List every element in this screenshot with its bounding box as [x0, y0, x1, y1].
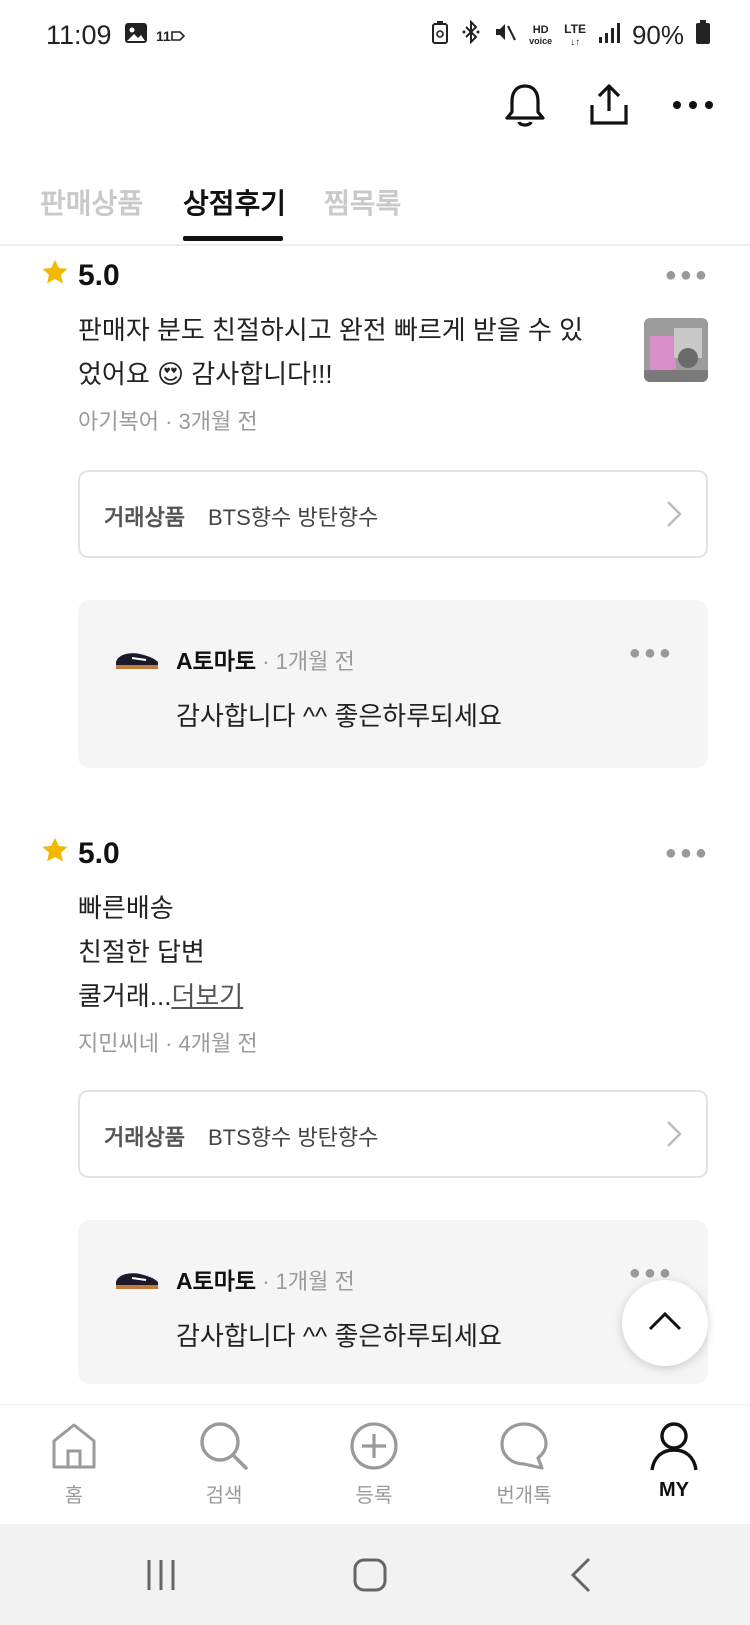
product-link[interactable]: 거래상품 BTS향수 방탄향수	[78, 470, 708, 558]
signal-icon	[598, 20, 620, 51]
carrier-badge-icon: 11	[156, 28, 185, 44]
seller-reply: A토마토 · 1개월 전 ●●● 감사합니다 ^^ 좋은하루되세요	[78, 600, 708, 768]
star-icon	[40, 836, 70, 871]
status-right: HD voice LTE ↓↑ 90%	[431, 19, 710, 51]
reply-author: A토마토 · 1개월 전	[176, 648, 355, 674]
battery-percent: 90%	[631, 20, 684, 50]
product-label: 거래상품	[104, 505, 185, 530]
review-meta: 지민씨네 · 4개월 전	[78, 1031, 258, 1056]
avatar	[112, 1264, 160, 1294]
home-button-icon[interactable]	[345, 1554, 395, 1596]
bottom-nav: 홈 검색 등록 번개톡 MY	[0, 1404, 750, 1524]
more-link[interactable]: 더보기	[171, 981, 243, 1011]
rating-value: 5.0	[78, 258, 120, 292]
avatar	[112, 644, 160, 674]
nav-home[interactable]: 홈	[24, 1419, 124, 1508]
chevron-right-icon	[666, 1120, 682, 1153]
rating: 5.0	[40, 836, 120, 871]
search-icon	[174, 1419, 274, 1473]
status-time: 11:09	[46, 20, 112, 50]
reply-more-icon[interactable]: ●●●	[629, 642, 674, 665]
heart-eyes-emoji: 😍	[157, 359, 185, 389]
review-more-icon[interactable]: ●●●	[665, 264, 710, 287]
battery-saver-icon	[431, 20, 449, 51]
share-icon[interactable]	[586, 82, 632, 128]
seller-reply: A토마토 · 1개월 전 ●●● 감사합니다 ^^ 좋은하루되세요	[78, 1220, 708, 1384]
product-name: BTS향수 방탄향수	[208, 505, 379, 530]
system-nav-bar	[0, 1524, 750, 1625]
reply-time: · 1개월 전	[256, 649, 355, 674]
rating-value: 5.0	[78, 836, 120, 870]
status-bar: 11:09 11 HD voice LTE ↓↑ 90%	[0, 0, 750, 72]
nav-chat[interactable]: 번개톡	[474, 1419, 574, 1508]
chevron-up-icon	[648, 1311, 682, 1336]
reply-text: 감사합니다 ^^ 좋은하루되세요	[176, 701, 502, 731]
nav-register[interactable]: 등록	[324, 1419, 424, 1508]
recent-apps-icon[interactable]	[136, 1554, 186, 1596]
nav-search[interactable]: 검색	[174, 1419, 274, 1508]
product-name: BTS향수 방탄향수	[208, 1125, 379, 1150]
bluetooth-icon	[461, 19, 481, 51]
review-text: 판매자 분도 친절하시고 완전 빠르게 받을 수 있 었어요 😍 감사합니다!!…	[78, 315, 584, 389]
product-label: 거래상품	[104, 1125, 185, 1150]
header-actions	[502, 82, 716, 128]
more-icon[interactable]	[670, 82, 716, 128]
tab-favorites[interactable]: 찜목록	[324, 182, 401, 222]
nav-my[interactable]: MY	[624, 1419, 724, 1502]
rating: 5.0	[40, 258, 120, 293]
lte-icon: LTE ↓↑	[564, 21, 586, 48]
mute-icon	[493, 20, 517, 51]
hd-voice-icon: HD voice	[529, 23, 553, 46]
review-more-icon[interactable]: ●●●	[665, 842, 710, 865]
battery-icon	[696, 20, 710, 51]
chat-icon	[474, 1419, 574, 1473]
review-photo[interactable]	[644, 318, 708, 382]
home-icon	[24, 1419, 124, 1473]
back-icon[interactable]	[556, 1554, 606, 1596]
star-icon	[40, 258, 70, 293]
reply-author: A토마토 · 1개월 전	[176, 1268, 355, 1294]
chevron-right-icon	[666, 500, 682, 533]
review-meta: 아기복어 · 3개월 전	[78, 409, 258, 434]
add-circle-icon	[324, 1419, 424, 1473]
reply-time: · 1개월 전	[256, 1269, 355, 1294]
product-link[interactable]: 거래상품 BTS향수 방탄향수	[78, 1090, 708, 1178]
tab-bar: 판매상품 상점후기 찜목록	[0, 170, 750, 246]
gallery-icon	[124, 22, 148, 49]
scroll-top-button[interactable]	[622, 1280, 708, 1366]
bell-icon[interactable]	[502, 82, 548, 128]
tab-products[interactable]: 판매상품	[40, 182, 143, 222]
review-text: 빠른배송 친절한 답변 쿨거래...더보기	[78, 893, 244, 1011]
person-icon	[624, 1419, 724, 1473]
tab-reviews[interactable]: 상점후기	[183, 182, 286, 222]
status-left-icons: 11	[124, 22, 185, 49]
tab-indicator	[183, 236, 283, 241]
reply-text: 감사합니다 ^^ 좋은하루되세요	[176, 1321, 502, 1351]
